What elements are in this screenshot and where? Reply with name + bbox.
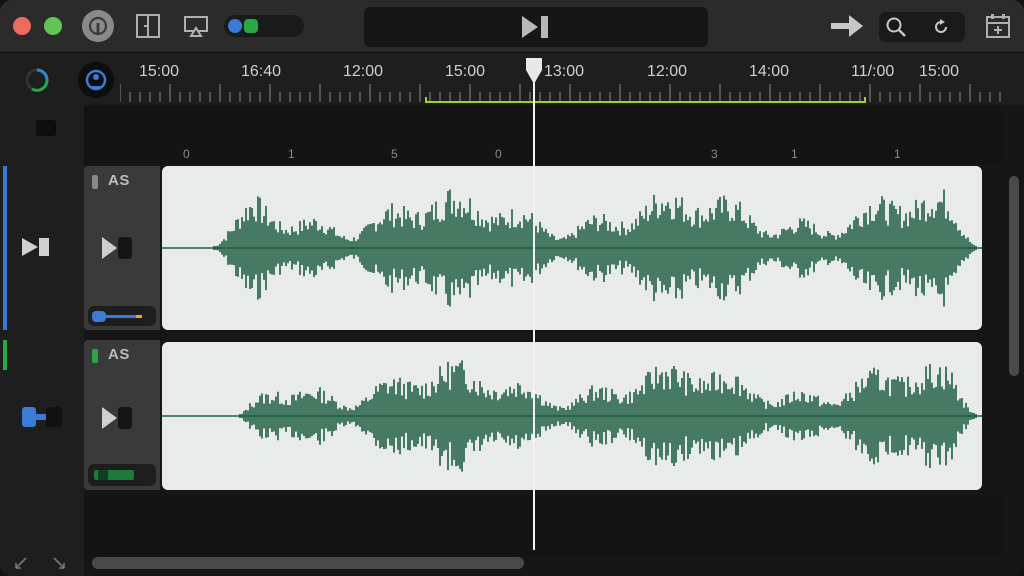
global-track-toggle-icon[interactable] — [36, 120, 56, 136]
add-track-icon[interactable] — [984, 12, 1012, 40]
beat-ruler — [84, 106, 1004, 164]
zoom-out-icon[interactable] — [14, 556, 28, 575]
zoom-button[interactable] — [44, 17, 62, 35]
vertical-scrollbar[interactable] — [1009, 176, 1019, 376]
refresh-icon[interactable] — [929, 15, 953, 39]
track-1-volume-slider[interactable] — [88, 306, 156, 326]
playhead-handle-icon[interactable] — [524, 56, 544, 91]
time-label: 12:00 — [343, 63, 384, 80]
track-1-icon[interactable] — [20, 236, 52, 263]
play-pause-icon[interactable] — [520, 14, 552, 40]
loading-spinner-icon — [24, 67, 50, 93]
time-label: 15:00 — [919, 63, 960, 80]
track-1-name-tag-icon — [92, 175, 98, 189]
track-1-play-icon[interactable] — [102, 236, 134, 265]
track-2-play-icon[interactable] — [102, 406, 134, 435]
track-2-name-tag-icon — [92, 349, 98, 363]
track-1-accent — [3, 166, 7, 330]
audio-region-1[interactable] — [162, 166, 982, 330]
forward-arrow-icon[interactable] — [828, 12, 866, 40]
track-2-volume-slider[interactable] — [88, 464, 156, 486]
zoom-in-icon[interactable] — [52, 556, 66, 575]
time-label: 12:00 — [647, 63, 688, 80]
track-toggle-icon[interactable] — [224, 15, 304, 37]
airplay-icon[interactable] — [182, 12, 210, 40]
track-1-header[interactable]: AS — [84, 166, 160, 330]
beat-label: 1 — [288, 147, 295, 161]
time-label: 15:00 — [445, 63, 486, 80]
track-1-volume-peak — [136, 315, 142, 318]
time-label: 16:40 — [241, 63, 282, 80]
beat-label: 5 — [391, 147, 398, 161]
track-1-volume-fill — [100, 315, 136, 318]
title-bar — [0, 0, 1024, 53]
time-label: 14:00 — [749, 63, 790, 80]
audio-region-2[interactable] — [162, 342, 982, 490]
smart-controls-icon[interactable] — [134, 12, 162, 40]
playhead[interactable] — [533, 60, 535, 550]
library-icon[interactable] — [82, 10, 114, 42]
track-2-volume-knob — [98, 470, 108, 480]
waveform-2 — [162, 360, 982, 472]
track-2-accent — [3, 340, 7, 370]
close-button[interactable] — [13, 17, 31, 35]
app-window: 15:00 16:40 12:00 15:00 13:00 12:00 14:0… — [0, 0, 1024, 576]
beat-label: 1 — [894, 147, 901, 161]
beat-label: 3 — [711, 147, 718, 161]
time-label: 11/:00 — [851, 63, 895, 80]
track-2-icon[interactable] — [20, 405, 68, 434]
search-field[interactable] — [879, 12, 965, 42]
control-bar-display — [364, 7, 708, 47]
horizontal-scrollbar[interactable] — [92, 557, 524, 569]
empty-track-area[interactable] — [84, 495, 1004, 555]
beat-label: 0 — [183, 147, 190, 161]
time-label: 15:00 — [139, 63, 180, 80]
cycle-region[interactable] — [425, 97, 866, 103]
track-2-name: AS — [108, 346, 130, 363]
time-label: 13:00 — [544, 63, 585, 80]
track-2-header[interactable]: AS — [84, 340, 160, 490]
search-icon[interactable] — [883, 14, 909, 40]
waveform-1 — [162, 189, 982, 307]
tuner-icon[interactable] — [78, 62, 114, 98]
beat-label: 0 — [495, 147, 502, 161]
beat-label: 1 — [791, 147, 798, 161]
track-1-name: AS — [108, 172, 130, 189]
